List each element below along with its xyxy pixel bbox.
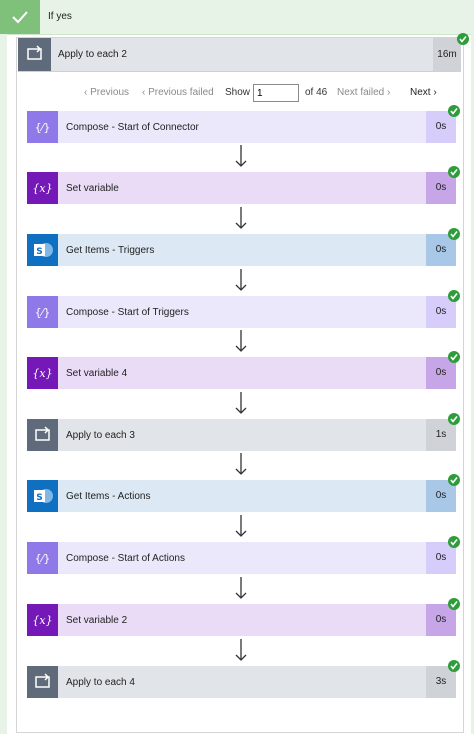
step-label: Set variable	[66, 183, 119, 194]
step-apply-to-each-4[interactable]: Apply to each 4 3s	[27, 666, 456, 698]
success-check-icon	[448, 660, 460, 672]
step-label: Compose - Start of Actions	[66, 553, 185, 564]
sharepoint-icon: S	[27, 480, 58, 512]
step-label: Compose - Start of Connector	[66, 122, 199, 133]
previous-link[interactable]: ‹ Previous	[84, 87, 129, 98]
success-check-icon	[448, 474, 460, 486]
step-label: Get Items - Actions	[66, 491, 151, 502]
if-yes-left-border	[0, 34, 7, 734]
variable-icon: {x}	[27, 604, 58, 636]
condition-check-icon	[0, 0, 40, 34]
next-link[interactable]: Next ›	[410, 87, 437, 98]
apply-to-each-title: Apply to each 2	[58, 49, 127, 60]
step-label: Compose - Start of Triggers	[66, 307, 189, 318]
page-number-input[interactable]	[253, 84, 299, 102]
if-yes-title: If yes	[48, 11, 72, 22]
success-check-icon	[448, 228, 460, 240]
loop-icon	[27, 666, 58, 698]
arrow-down-icon	[235, 515, 247, 537]
step-compose-start-actions[interactable]: {⁄} Compose - Start of Actions 0s	[27, 542, 456, 574]
svg-text:{⁄}: {⁄}	[35, 552, 51, 565]
pager: ‹ Previous ‹ Previous failed Show of 46 …	[0, 84, 474, 104]
step-label: Set variable 2	[66, 615, 128, 626]
previous-failed-link[interactable]: ‹ Previous failed	[142, 87, 214, 98]
step-compose-start-triggers[interactable]: {⁄} Compose - Start of Triggers 0s	[27, 296, 456, 328]
arrow-down-icon	[235, 392, 247, 414]
apply-to-each-header[interactable]: Apply to each 2 16m	[18, 38, 461, 72]
step-label: Apply to each 4	[66, 677, 135, 688]
step-compose-start-connector[interactable]: {⁄} Compose - Start of Connector 0s	[27, 111, 456, 143]
step-apply-to-each-3[interactable]: Apply to each 3 1s	[27, 419, 456, 451]
arrow-down-icon	[235, 453, 247, 475]
step-get-items-triggers[interactable]: S Get Items - Triggers 0s	[27, 234, 456, 266]
step-label: Set variable 4	[66, 368, 128, 379]
sharepoint-icon: S	[27, 234, 58, 266]
compose-icon: {⁄}	[27, 542, 58, 574]
variable-icon: {x}	[27, 172, 58, 204]
step-label: Apply to each 3	[66, 430, 135, 441]
success-check-icon	[457, 33, 469, 45]
next-failed-link[interactable]: Next failed ›	[337, 87, 390, 98]
svg-text:S: S	[36, 493, 42, 503]
svg-text:S: S	[36, 247, 42, 257]
step-set-variable-2[interactable]: {x} Set variable 2 0s	[27, 604, 456, 636]
success-check-icon	[448, 598, 460, 610]
step-set-variable-4[interactable]: {x} Set variable 4 0s	[27, 357, 456, 389]
arrow-down-icon	[235, 207, 247, 229]
step-get-items-actions[interactable]: S Get Items - Actions 0s	[27, 480, 456, 512]
compose-icon: {⁄}	[27, 296, 58, 328]
svg-text:{x}: {x}	[32, 614, 52, 627]
arrow-down-icon	[235, 145, 247, 167]
arrow-down-icon	[235, 639, 247, 661]
page-total: of 46	[305, 87, 328, 98]
loop-icon	[27, 419, 58, 451]
variable-icon: {x}	[27, 357, 58, 389]
if-yes-header[interactable]: If yes	[0, 0, 474, 35]
arrow-down-icon	[235, 269, 247, 291]
success-check-icon	[448, 105, 460, 117]
arrow-down-icon	[235, 330, 247, 352]
success-check-icon	[448, 413, 460, 425]
success-check-icon	[448, 290, 460, 302]
loop-icon	[18, 38, 51, 71]
step-set-variable[interactable]: {x} Set variable 0s	[27, 172, 456, 204]
svg-text:{x}: {x}	[32, 182, 52, 195]
svg-text:{⁄}: {⁄}	[35, 306, 51, 319]
success-check-icon	[448, 536, 460, 548]
success-check-icon	[448, 166, 460, 178]
arrow-down-icon	[235, 577, 247, 599]
show-label: Show	[225, 87, 251, 98]
svg-text:{⁄}: {⁄}	[35, 121, 51, 134]
success-check-icon	[448, 351, 460, 363]
step-label: Get Items - Triggers	[66, 245, 155, 256]
compose-icon: {⁄}	[27, 111, 58, 143]
svg-text:{x}: {x}	[32, 367, 52, 380]
